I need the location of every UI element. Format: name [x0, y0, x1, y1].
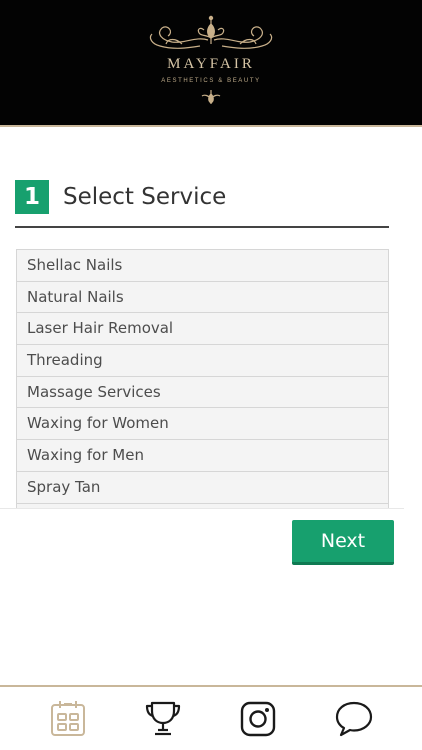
brand-name: MAYFAIR [167, 56, 255, 72]
next-button[interactable]: Next [292, 520, 394, 565]
service-list[interactable]: Shellac Nails Natural Nails Laser Hair R… [16, 249, 389, 508]
service-item-natural-nails[interactable]: Natural Nails [17, 281, 388, 314]
bottom-nav [0, 685, 422, 750]
service-item-waxing-for-women[interactable]: Waxing for Women [17, 408, 388, 441]
service-item-spray-tan[interactable]: Spray Tan [17, 471, 388, 504]
service-item-shellac-nails[interactable]: Shellac Nails [17, 250, 388, 282]
brand-logo: MAYFAIR AESTHETICS & BEAUTY [138, 14, 284, 108]
trophy-icon [145, 701, 181, 736]
list-bottom-divider [0, 508, 404, 509]
service-item-waxing-for-men[interactable]: Waxing for Men [17, 440, 388, 472]
chat-bubble-icon [335, 701, 373, 737]
nav-instagram[interactable] [238, 699, 278, 739]
step-number-badge: 1 [15, 180, 49, 214]
nav-chat[interactable] [334, 699, 374, 739]
nav-booking[interactable] [48, 699, 88, 739]
title-divider [15, 226, 389, 228]
app-header: MAYFAIR AESTHETICS & BEAUTY [0, 0, 422, 127]
service-item-threading[interactable]: Threading [17, 345, 388, 377]
service-item-massage-services[interactable]: Massage Services [17, 376, 388, 409]
nav-rewards[interactable] [143, 699, 183, 739]
service-item-laser-hair-removal[interactable]: Laser Hair Removal [17, 313, 388, 346]
brand-tagline: AESTHETICS & BEAUTY [161, 78, 261, 84]
page-title: Select Service [63, 184, 227, 210]
calendar-icon [51, 701, 85, 736]
instagram-icon [240, 701, 276, 737]
